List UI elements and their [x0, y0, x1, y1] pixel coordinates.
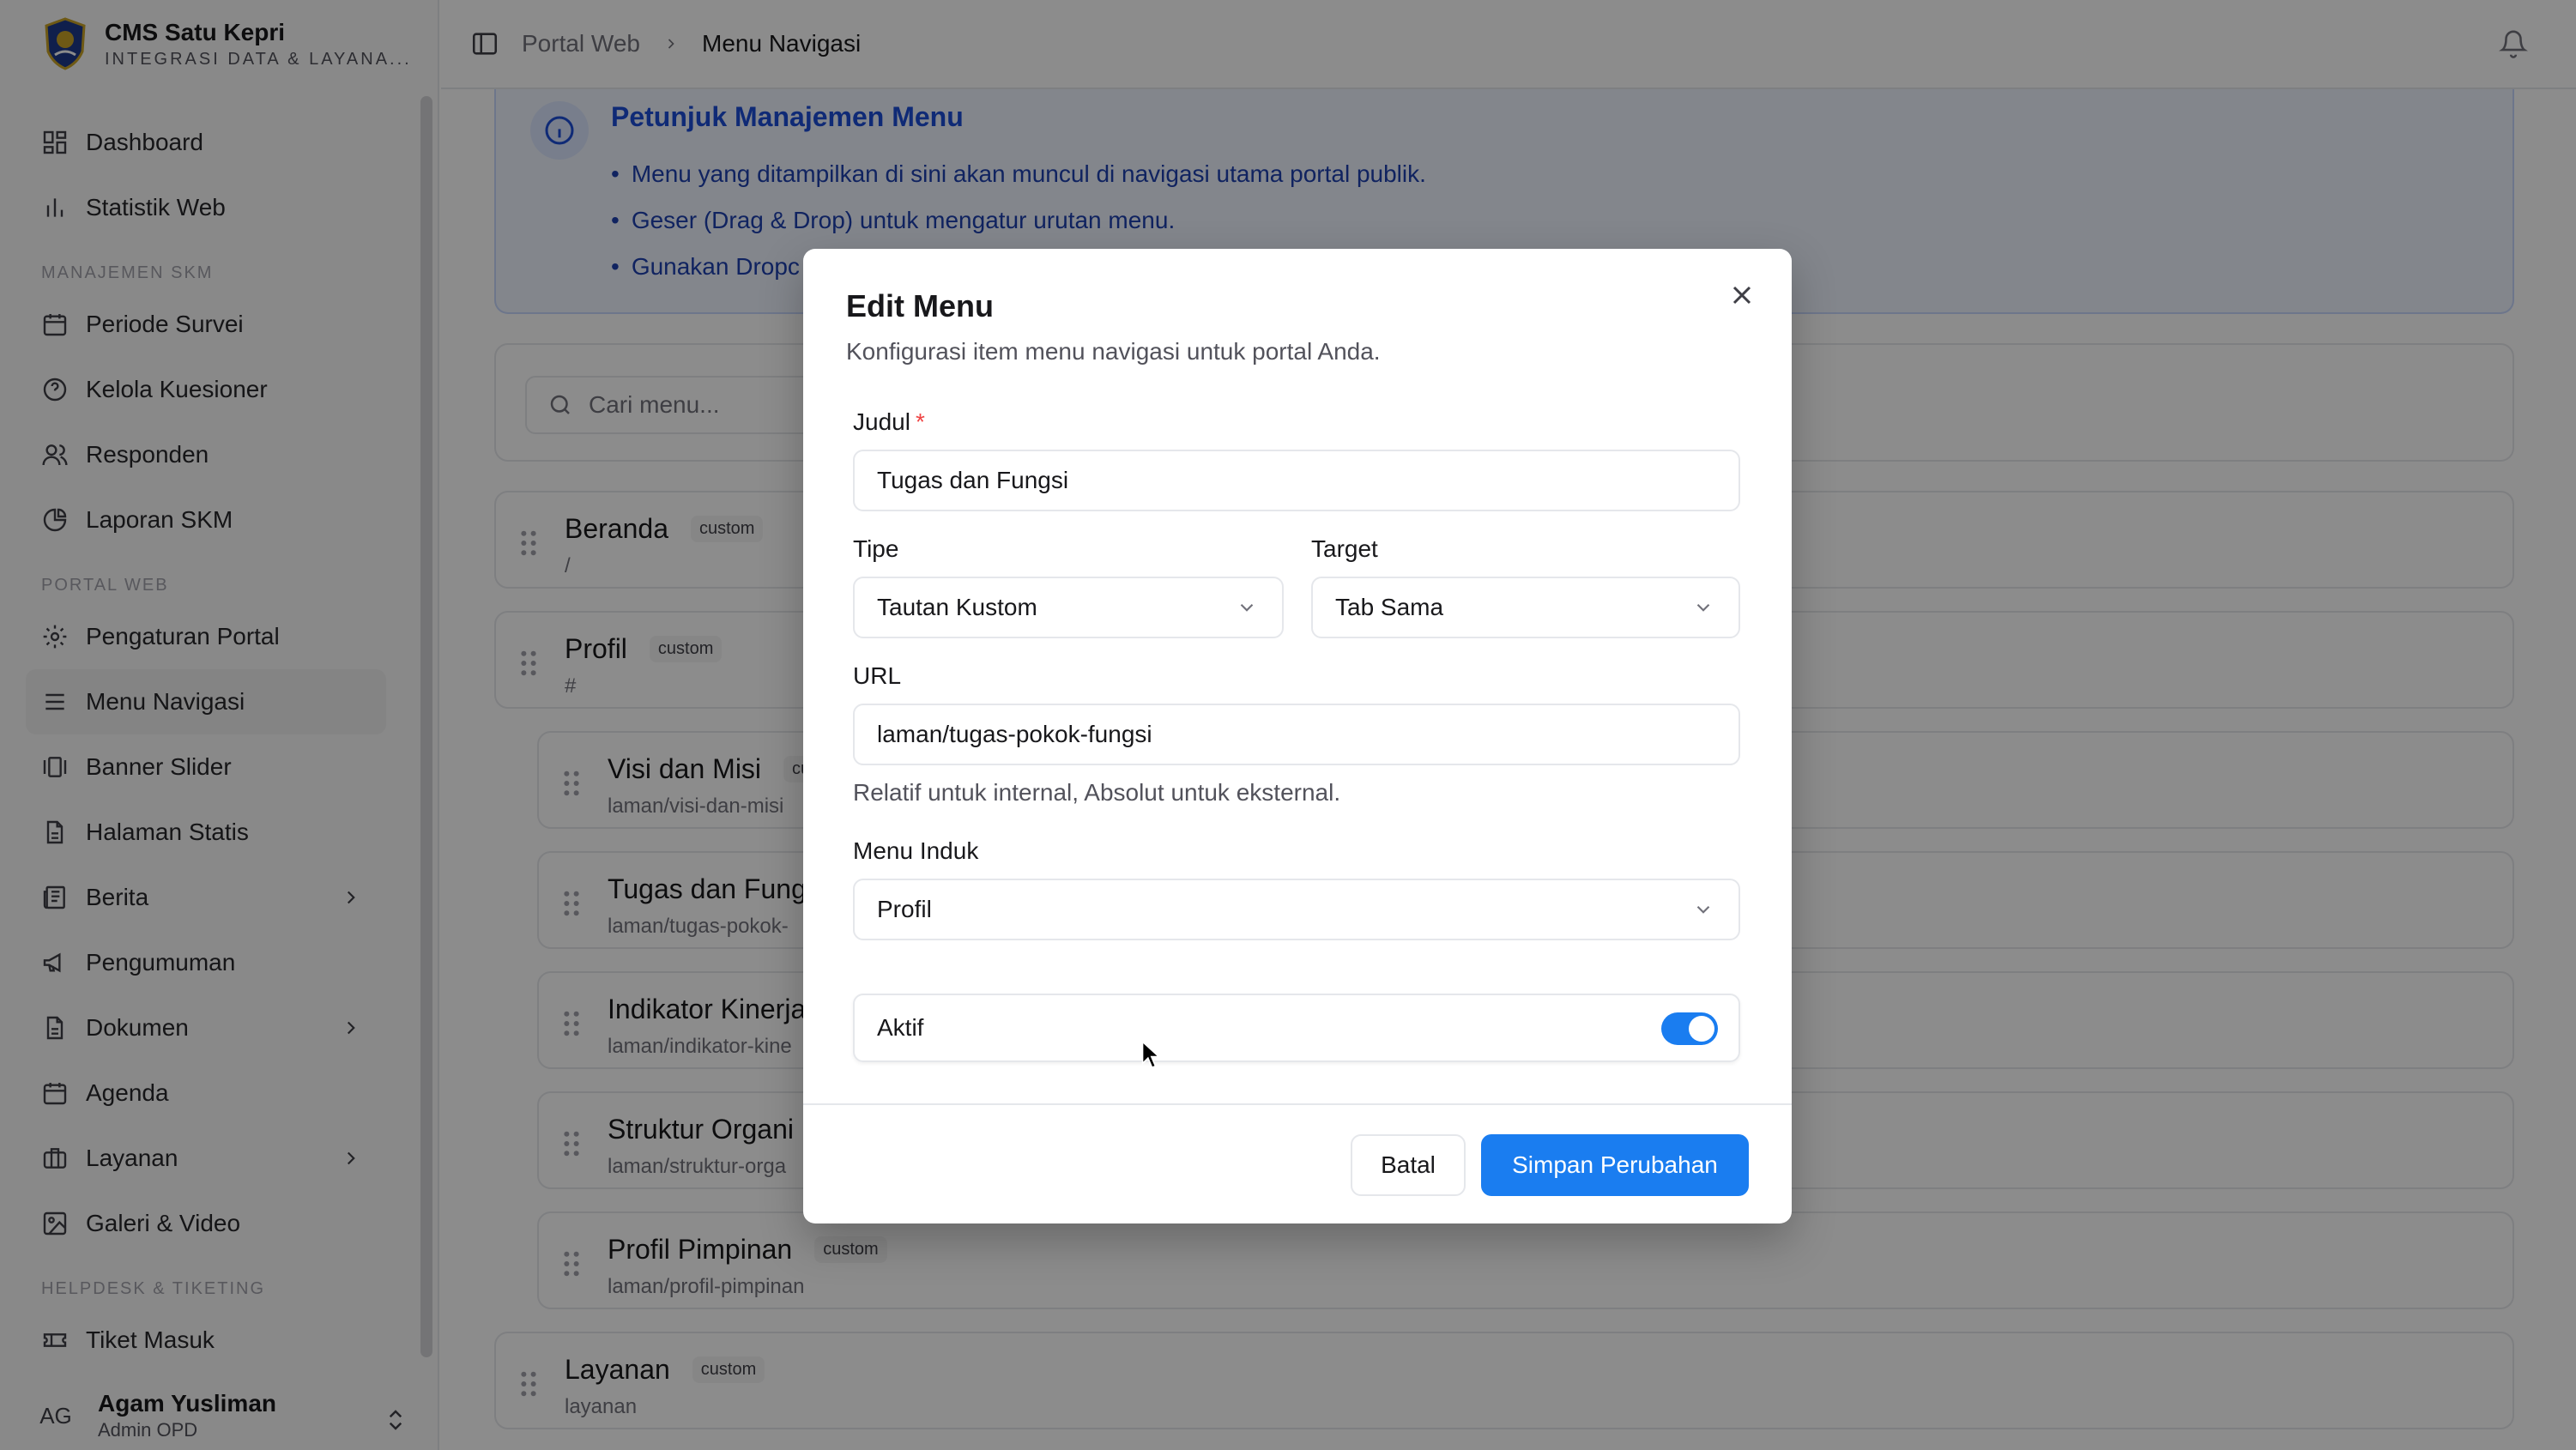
target-label: Target	[1311, 535, 1378, 562]
url-value: laman/tugas-pokok-fungsi	[877, 721, 1152, 747]
close-icon[interactable]	[1726, 280, 1757, 311]
judul-label: Judul *	[853, 408, 925, 436]
menu-induk-label: Menu Induk	[853, 837, 979, 864]
aktif-row: Aktif	[853, 994, 1740, 1062]
target-select[interactable]: Tab Sama	[1311, 577, 1740, 638]
url-input[interactable]: laman/tugas-pokok-fungsi	[853, 704, 1740, 765]
url-label: URL	[853, 662, 902, 689]
target-value: Tab Sama	[1335, 594, 1444, 620]
tipe-label: Tipe	[853, 535, 899, 562]
mouse-cursor-icon	[1141, 1040, 1160, 1069]
dialog-title: Edit Menu	[846, 288, 994, 323]
aktif-toggle[interactable]	[1661, 1012, 1718, 1045]
tipe-select[interactable]: Tautan Kustom	[853, 577, 1284, 638]
menu-induk-select[interactable]: Profil	[853, 879, 1740, 940]
save-button[interactable]: Simpan Perubahan	[1481, 1134, 1749, 1196]
cancel-button[interactable]: Batal	[1351, 1134, 1466, 1196]
dialog-footer-divider	[803, 1103, 1792, 1105]
judul-value: Tugas dan Fungsi	[877, 467, 1069, 493]
chevron-down-icon	[1696, 603, 1710, 612]
tipe-value: Tautan Kustom	[877, 594, 1037, 620]
judul-label-text: Judul	[853, 408, 910, 435]
chevron-down-icon	[1696, 905, 1710, 914]
judul-input[interactable]: Tugas dan Fungsi	[853, 450, 1740, 511]
aktif-label: Aktif	[877, 1014, 924, 1041]
required-mark: *	[915, 408, 925, 435]
edit-menu-dialog: Edit Menu Konfigurasi item menu navigasi…	[803, 249, 1792, 1223]
chevron-down-icon	[1240, 603, 1254, 612]
toggle-knob	[1689, 1016, 1714, 1042]
dialog-description: Konfigurasi item menu navigasi untuk por…	[846, 338, 1381, 365]
url-hint: Relatif untuk internal, Absolut untuk ek…	[853, 779, 1341, 806]
menu-induk-value: Profil	[877, 896, 932, 922]
